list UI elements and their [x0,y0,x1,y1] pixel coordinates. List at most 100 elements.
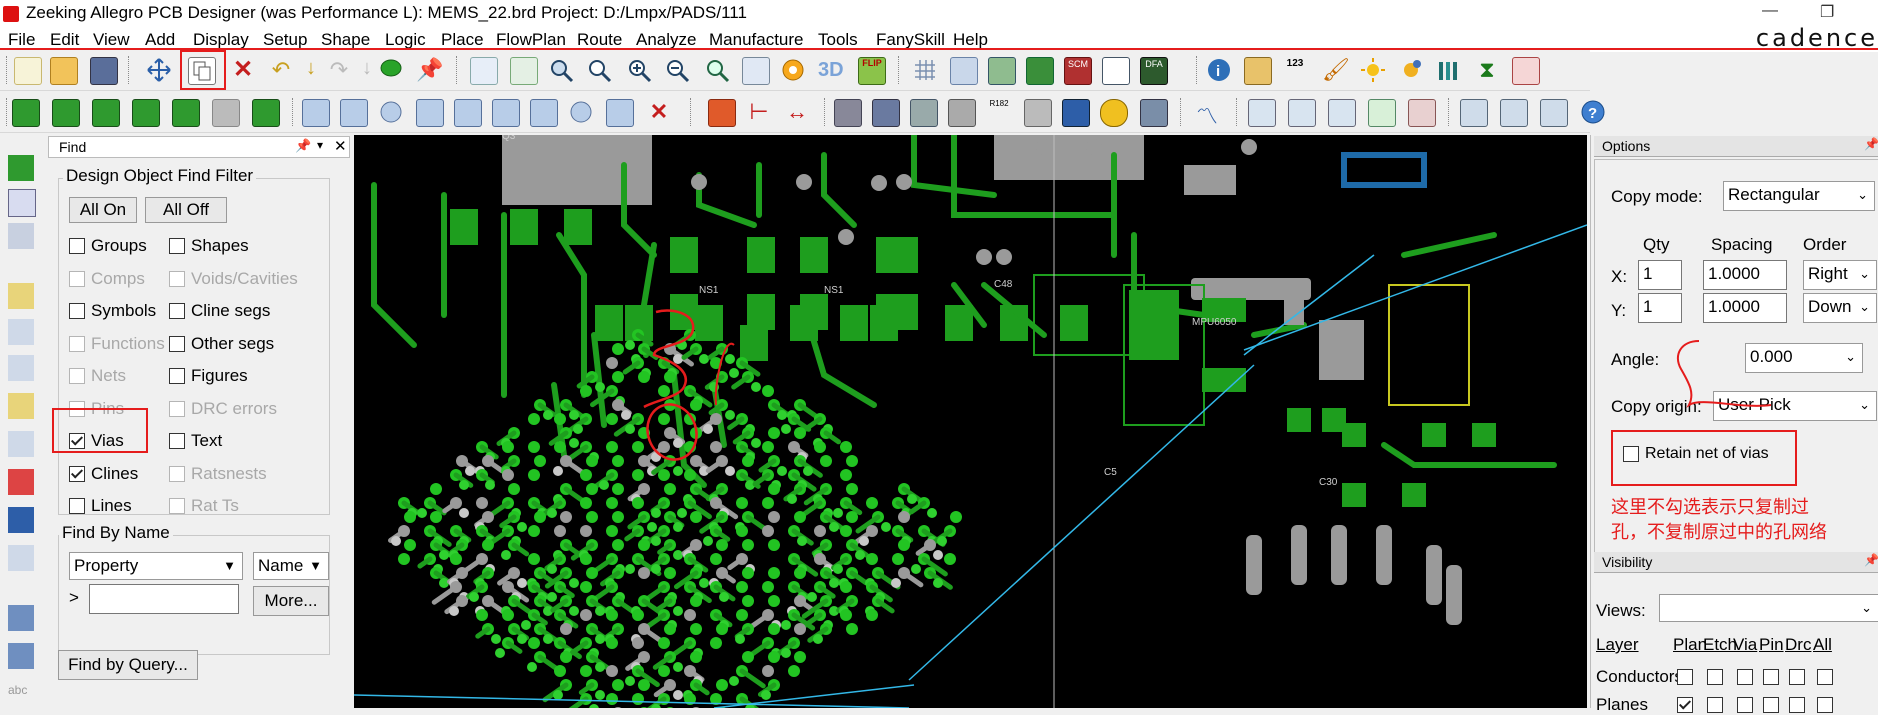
layout-grid-icon[interactable] [510,57,538,85]
help-icon[interactable]: ? [1580,99,1606,125]
connect-icon[interactable] [8,283,34,309]
grid-points-icon[interactable] [1062,99,1090,127]
y-order-select[interactable]: Down ⌄ [1803,293,1877,323]
clean-icon[interactable]: 🖌 [1322,57,1350,83]
pin-panel-icon[interactable]: 📌 [295,138,311,154]
zoom-world-icon[interactable] [742,57,770,85]
layer-colors-icon[interactable] [988,57,1016,85]
restore-button[interactable]: ❐ [1820,2,1834,22]
open-folder-icon[interactable] [50,57,78,85]
via-layer-icon[interactable] [92,99,120,127]
visibility-checkbox[interactable] [1817,669,1839,685]
shape-rect-icon[interactable] [530,99,558,127]
highlight-icon[interactable] [1360,57,1386,83]
grid-toggle-icon[interactable] [470,57,498,85]
zoom-window-icon[interactable] [586,57,612,83]
menu-tools[interactable]: Tools [818,30,858,50]
checkbox-box[interactable] [1817,697,1833,713]
find-property-select[interactable]: Property ▼ [69,552,243,580]
checkbox-box[interactable] [1789,669,1805,685]
all-off-button[interactable]: All Off [145,197,227,223]
select-icon[interactable] [416,99,444,127]
check-icon[interactable] [1368,99,1396,127]
add-shape-tool-icon[interactable] [8,643,34,669]
u-component-icon[interactable] [8,189,36,217]
menu-manufacture[interactable]: Manufacture [709,30,804,50]
menu-view[interactable]: View [93,30,130,50]
menu-display[interactable]: Display [193,30,249,50]
filter-checkbox-symbols[interactable]: Symbols [69,301,156,321]
report-icon[interactable] [1248,99,1276,127]
visibility-checkbox[interactable] [1817,697,1839,713]
copy-mode-select[interactable]: Rectangular ⌄ [1723,181,1875,211]
move-icon[interactable] [146,57,172,83]
pin-icon[interactable]: 📌 [416,57,443,83]
add-rect-icon[interactable] [340,99,368,127]
close-panel-icon[interactable]: ✕ [334,137,347,155]
menu-file[interactable]: File [8,30,35,50]
checkbox-box[interactable] [1677,669,1693,685]
checkbox-box[interactable] [69,238,85,254]
shape-layer-icon[interactable] [132,99,160,127]
bus-icon[interactable] [8,469,34,495]
checkbox-box[interactable] [1707,669,1723,685]
delete-icon[interactable]: ✕ [230,57,256,83]
delay-tune-icon[interactable] [8,355,34,381]
sequence-number-icon[interactable]: 123 [1282,57,1308,83]
resistor-icon[interactable] [8,223,34,249]
filter-checkbox-other-segs[interactable]: Other segs [169,334,274,354]
flip-board-icon[interactable]: FLIP [858,57,886,85]
x-order-select[interactable]: Right ⌄ [1803,260,1877,290]
refresh-icon[interactable] [780,57,806,83]
checkbox-box[interactable] [169,238,185,254]
pcb-canvas[interactable]: Q3 C48 NS1 NS1 MPU6050 C5 C30 [354,135,1587,708]
checkbox-box[interactable] [1789,697,1805,713]
filter-checkbox-cline-segs[interactable]: Cline segs [169,301,270,321]
visibility-checkbox[interactable] [1677,697,1699,713]
filter-checkbox-text[interactable]: Text [169,431,222,451]
find-name-select[interactable]: Name ▼ [253,552,329,580]
visibility-checkbox[interactable] [1789,697,1811,713]
visibility-checkbox[interactable] [1789,669,1811,685]
visibility-checkbox[interactable] [1707,669,1729,685]
constraint-manager-icon[interactable]: SCM [1064,57,1092,85]
zoom-out-icon[interactable] [664,57,690,83]
undo-list-icon[interactable]: ↓ [298,57,324,83]
shape-select-icon[interactable] [606,99,634,127]
more-button[interactable]: More... [253,586,329,616]
pin-panel-icon[interactable]: 📌 [1864,137,1878,151]
open-book-icon[interactable] [1288,99,1316,127]
mail-icon[interactable] [1500,99,1528,127]
refdes-icon[interactable]: R182 [986,99,1012,125]
checkbox-box[interactable] [1737,697,1753,713]
visibility-checkbox[interactable] [1763,669,1785,685]
checkbox-box[interactable] [1817,669,1833,685]
dimension-horizontal-icon[interactable]: ↔ [784,99,810,125]
checkbox-box[interactable] [169,368,185,384]
menu-setup[interactable]: Setup [263,30,307,50]
pin-layer-icon[interactable] [52,99,80,127]
checkbox-box[interactable] [169,303,185,319]
find-by-query-button[interactable]: Find by Query... [58,650,198,680]
3d-view-icon[interactable]: 3D [818,57,848,83]
checkbox-box[interactable] [1763,697,1779,713]
add-text-icon[interactable]: abc [8,683,34,709]
color-palette-icon[interactable] [950,57,978,85]
undo-icon[interactable]: ↶ [268,57,294,83]
book-icon[interactable] [872,99,900,127]
hourglass-icon[interactable]: ⧗ [1474,57,1500,83]
redo-icon[interactable]: ↷ [326,57,352,83]
disabled-layer-icon[interactable] [212,99,240,127]
bar-graph-icon[interactable] [1436,57,1462,83]
shape-circle-icon[interactable] [568,99,594,125]
tools-icon[interactable] [1408,99,1436,127]
info-icon[interactable]: i [1206,57,1232,83]
menu-help[interactable]: Help [953,30,988,50]
minimize-button[interactable]: — [1762,2,1778,20]
checkbox-box[interactable] [1763,669,1779,685]
visibility-checkbox[interactable] [1737,697,1759,713]
x-spacing-input[interactable]: 1.0000 [1703,260,1787,290]
zoom-previous-icon[interactable] [704,57,730,83]
batch-icon[interactable] [1328,99,1356,127]
array-icon[interactable] [1140,99,1168,127]
